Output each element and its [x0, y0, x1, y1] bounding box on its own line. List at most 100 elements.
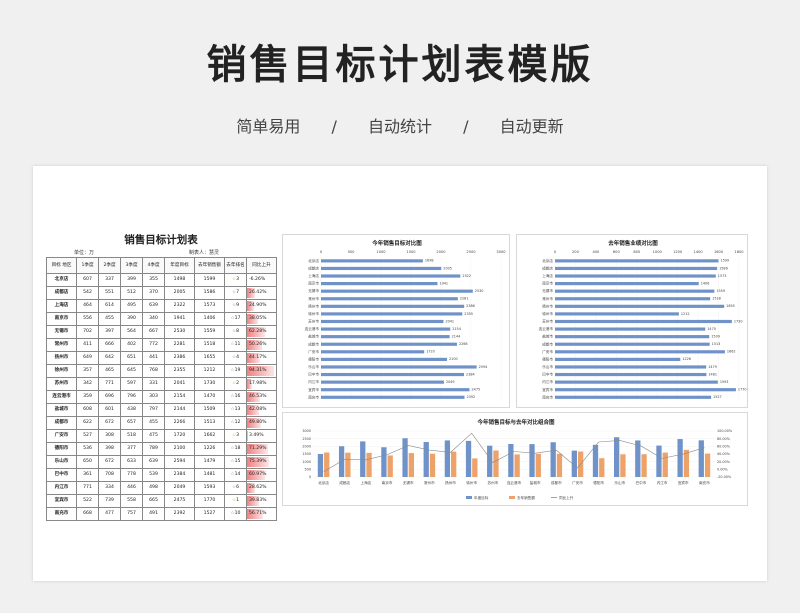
value-cell: 702 [76, 325, 99, 339]
table-row: 北京店 607 337 399 355 1498 1599 ☆3 -6.26% [46, 273, 277, 287]
target-bar [592, 444, 599, 477]
axis-tick-label: 1400 [694, 250, 704, 254]
yoy-value: -6.26% [249, 277, 266, 282]
data-label: 2386 [466, 304, 475, 308]
bar [321, 335, 450, 339]
value-cell: 608 [76, 403, 99, 417]
table-row: 常州市 411 666 402 772 2281 1518 ☆11 50.26% [46, 338, 277, 352]
axis-tick-label: 800 [633, 250, 641, 254]
category-label: 成都市 [308, 341, 319, 346]
bar [321, 388, 470, 392]
bar [321, 266, 442, 271]
legend-swatch [509, 496, 515, 499]
bar [321, 282, 438, 286]
region-cell: 盐城市 [46, 403, 77, 417]
last-year-bar [429, 453, 436, 477]
category-label: 成都店 [339, 480, 350, 485]
value-cell: 771 [98, 377, 121, 391]
rank-value: 15 [234, 459, 241, 464]
region-cell: 常州市 [46, 338, 77, 352]
rank-cell: ☆6 [224, 481, 247, 495]
region-cell: 无锡市 [46, 325, 77, 339]
bar [555, 297, 711, 301]
value-cell: 2281 [164, 338, 195, 352]
yoy-cell: 39.83% [246, 494, 277, 508]
rank-cell: ☆4 [224, 351, 247, 365]
table-row: 连云港市 359 696 796 303 2154 1470 ☆16 46.53% [46, 390, 277, 404]
value-cell: 633 [120, 455, 143, 469]
rank-cell: ☆18 [224, 442, 247, 456]
table-row: 广安市 527 308 518 475 1720 1662 ☆3 3.49% [46, 429, 277, 443]
feature-auto-stats: 自动统计 [367, 117, 432, 136]
value-cell: 1481 [194, 468, 225, 482]
category-label: 广安市 [542, 349, 553, 354]
target-bar [465, 440, 472, 477]
bar [555, 350, 725, 354]
data-label: 2049 [446, 380, 455, 384]
yoy-cell: 26.42% [246, 286, 277, 300]
bar [555, 335, 710, 339]
rank-value: 11 [234, 342, 241, 347]
axis-tick-label: 600 [613, 250, 621, 254]
category-label: 苏州市 [308, 319, 319, 324]
value-cell: 649 [76, 351, 99, 365]
bar [321, 357, 447, 361]
bar [321, 372, 465, 377]
category-label: 德阳市 [308, 356, 319, 361]
value-cell: 475 [142, 429, 165, 443]
value-cell: 1655 [194, 351, 225, 365]
rank-value: 10 [234, 511, 241, 516]
table-row: 内江市 771 334 446 498 2049 1593 ☆6 28.62% [46, 481, 277, 495]
target-bar [487, 445, 493, 477]
data-label: 1593 [720, 380, 729, 384]
value-cell: 522 [76, 494, 99, 508]
data-label: 1513 [712, 342, 721, 346]
value-cell: 542 [76, 286, 99, 300]
category-label: 乐山市 [542, 364, 553, 369]
column-header: 4季度 [142, 257, 165, 274]
rank-cell: ☆2 [224, 377, 247, 391]
column-header: 去年排名 [224, 257, 247, 274]
bar [321, 342, 457, 346]
category-label: 上海店 [542, 273, 553, 278]
region-cell: 连云港市 [46, 390, 77, 404]
value-cell: 402 [120, 338, 143, 352]
category-label: 徐州市 [308, 311, 319, 316]
axis-tick-label: 3000 [496, 250, 506, 254]
column-header: 3季度 [120, 257, 143, 274]
last-year-bar [662, 452, 668, 477]
category-label: 德阳市 [542, 356, 553, 361]
rank-cell: ☆15 [224, 455, 247, 469]
target-bar [317, 454, 324, 477]
data-label: 2041 [445, 319, 454, 323]
region-cell: 内江市 [46, 481, 77, 495]
value-cell: 2392 [164, 507, 195, 521]
rank-value: 6 [236, 485, 240, 490]
data-label: 1662 [727, 350, 736, 354]
this-year-target-chart: 今年销售目标对比图 0 500 1000 1500 2000 2500 3000 北京店 1698… [282, 234, 510, 408]
value-cell: 768 [142, 364, 165, 378]
legend-label: 同比上升 [559, 495, 574, 500]
rank-value: 14 [234, 472, 241, 477]
category-label: 成都市 [551, 480, 562, 485]
value-cell: 639 [142, 455, 165, 469]
value-cell: 622 [76, 416, 99, 430]
last-year-bar [535, 453, 541, 477]
table-row: 扬州市 649 642 651 441 2386 1655 ☆4 44.17% [46, 351, 277, 365]
axis-tick-label: 2000 [436, 250, 446, 254]
value-cell: 477 [98, 507, 121, 521]
value-cell: 1720 [164, 429, 195, 443]
yoy-cell: 75.39% [246, 455, 277, 469]
bar [321, 289, 473, 293]
yoy-cell: 50.26% [246, 338, 277, 352]
data-label: 1527 [713, 395, 722, 399]
last-year-bar [472, 458, 478, 477]
value-cell: 361 [76, 468, 99, 482]
bar [321, 395, 465, 399]
yoy-value: 56.71% [249, 511, 267, 516]
rank-cell: ☆10 [224, 507, 247, 521]
value-cell: 667 [142, 325, 165, 339]
table-row: 南充市 668 477 757 491 2392 1527 ☆10 56.71% [46, 507, 277, 521]
value-cell: 1479 [194, 455, 225, 469]
value-cell: 1586 [194, 286, 225, 300]
